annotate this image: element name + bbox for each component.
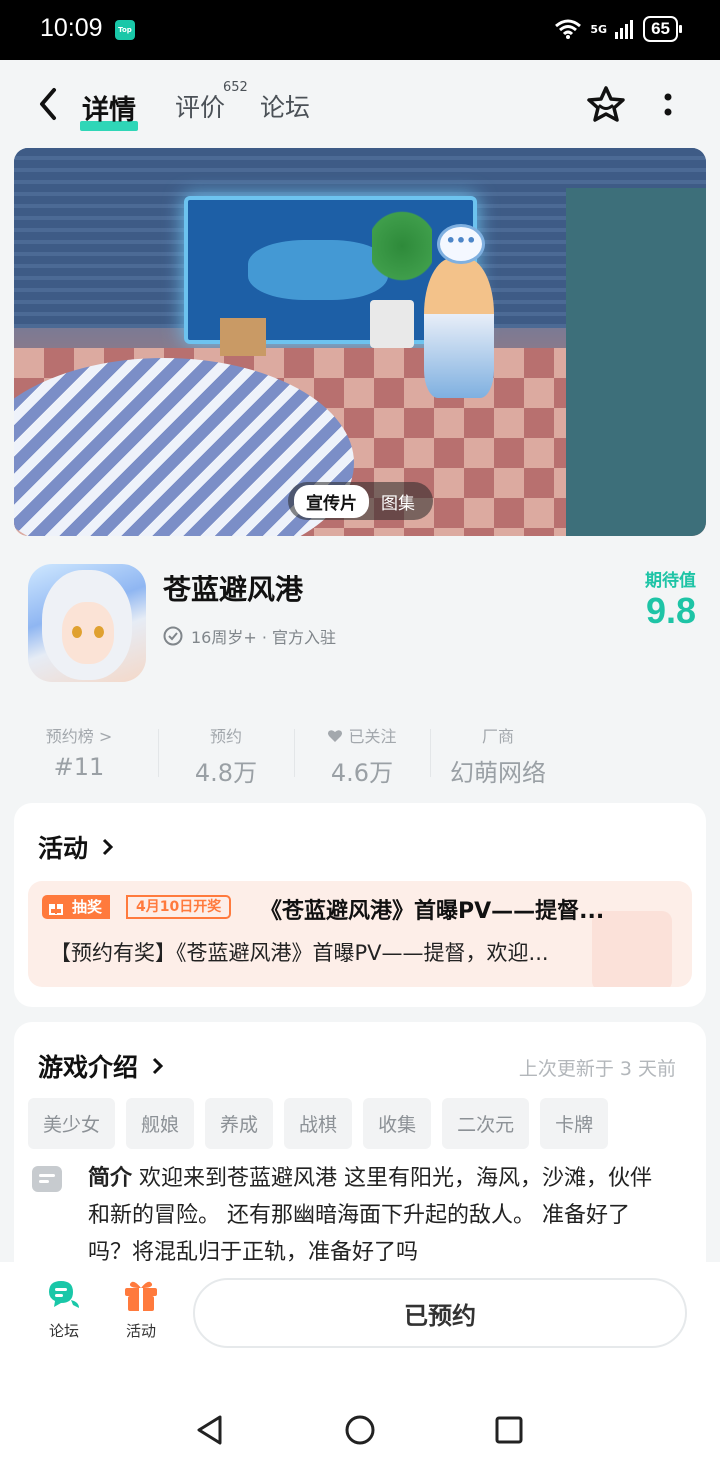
tag[interactable]: 养成 xyxy=(205,1098,274,1149)
game-icon xyxy=(28,564,146,682)
banner-scene-box xyxy=(220,318,266,356)
tab-forum[interactable]: 论坛 xyxy=(260,88,310,124)
back-icon[interactable] xyxy=(34,86,64,122)
game-meta-text: 16周岁+ · 官方入驻 xyxy=(191,628,337,647)
stats-row: 预约榜 > #11 预约 4.8万 已关注 4.6万 厂商 幻萌网络 xyxy=(0,703,720,801)
stat-label: 已关注 xyxy=(294,723,430,747)
status-icons: 5G 65 xyxy=(554,16,682,42)
segment-gallery[interactable]: 图集 xyxy=(369,485,427,518)
expect-score: 9.8 xyxy=(645,590,696,631)
segment-trailer[interactable]: 宣传片 xyxy=(294,484,369,518)
bottom-activity-button[interactable]: 活动 xyxy=(111,1278,171,1341)
banner-scene-plant xyxy=(372,206,432,306)
verified-check-icon xyxy=(163,626,183,646)
activity-description: 【预约有奖】《苍蓝避风港》首曝PV——提督，欢迎... xyxy=(50,941,549,965)
bottom-forum-button[interactable]: 论坛 xyxy=(34,1278,94,1341)
expect-label: 期待值 xyxy=(645,571,696,591)
speech-bubble-icon: ••• xyxy=(437,224,485,264)
stat-value: 4.6万 xyxy=(330,759,394,787)
draw-date-badge: 4月10日开奖 xyxy=(126,895,232,919)
banner-scene-sidewall xyxy=(566,188,706,536)
tag[interactable]: 战棋 xyxy=(284,1098,353,1149)
review-count: 652 xyxy=(223,80,248,95)
stat-value: 幻萌网络 xyxy=(450,759,546,787)
top-nav: 详情 评价 652 论坛 xyxy=(0,60,720,148)
banner-scene-pot xyxy=(370,300,414,348)
tab-review[interactable]: 评价 652 xyxy=(175,80,248,124)
tag[interactable]: 收集 xyxy=(363,1098,432,1149)
intro-card: 游戏介绍 上次更新于 3 天前 美少女 舰娘 养成 战棋 收集 二次元 卡牌 简… xyxy=(14,1022,706,1282)
system-nav-bar xyxy=(0,1369,720,1469)
tag[interactable]: 舰娘 xyxy=(126,1098,195,1149)
clock: 10:09 xyxy=(40,14,103,42)
tab-review-label: 评价 xyxy=(175,93,226,122)
media-segment-control: 宣传片 图集 xyxy=(288,482,433,520)
tab-detail-label: 详情 xyxy=(82,95,136,126)
status-bar: 10:09 Top 5G 65 xyxy=(0,0,720,60)
stat-label: 预约榜 > xyxy=(45,727,113,746)
media-banner[interactable]: ••• 宣传片 图集 xyxy=(14,148,706,536)
game-info: 苍蓝避风港 16周岁+ · 官方入驻 期待值 9.8 xyxy=(0,548,720,698)
tag-list: 美少女 舰娘 养成 战棋 收集 二次元 卡牌 xyxy=(28,1098,609,1149)
reserved-button[interactable]: 已预约 xyxy=(193,1278,687,1348)
last-updated: 上次更新于 3 天前 xyxy=(518,1058,676,1080)
stat-value: #11 xyxy=(53,753,105,781)
banner-character xyxy=(424,258,494,398)
stat-developer[interactable]: 厂商 幻萌网络 xyxy=(430,703,566,801)
heart-icon xyxy=(328,730,343,742)
activity-headline: 《苍蓝避风港》首曝PV——提督... xyxy=(260,899,605,924)
activity-item[interactable]: 抽奖 4月10日开奖 《苍蓝避风港》首曝PV——提督... 【预约有奖】《苍蓝避… xyxy=(28,881,692,987)
activity-section-title[interactable]: 活动 xyxy=(38,829,115,865)
stat-value: 4.8万 xyxy=(194,759,258,787)
tag[interactable]: 二次元 xyxy=(442,1098,530,1149)
signal-icon xyxy=(615,20,634,39)
more-icon[interactable] xyxy=(660,92,676,120)
intro-text[interactable]: 简介 欢迎来到苍蓝避风港 这里有阳光，海风，沙滩，伙伴和新的冒险。 还有那幽暗海… xyxy=(88,1160,668,1264)
nav-back-icon[interactable] xyxy=(195,1414,225,1446)
gift-icon xyxy=(49,904,63,915)
chevron-right-icon xyxy=(152,1057,163,1075)
bottom-action-bar: 论坛 活动 已预约 xyxy=(0,1262,720,1369)
battery-icon: 65 xyxy=(643,16,682,42)
game-meta: 16周岁+ · 官方入驻 xyxy=(163,624,336,648)
tag[interactable]: 卡牌 xyxy=(540,1098,609,1149)
star-icon[interactable] xyxy=(585,84,627,126)
tab-forum-label: 论坛 xyxy=(260,93,311,122)
nav-home-icon[interactable] xyxy=(344,1414,376,1446)
document-icon xyxy=(32,1166,62,1192)
game-title: 苍蓝避风港 xyxy=(163,573,304,606)
stat-reserve-count: 预约 4.8万 xyxy=(158,703,294,801)
nav-recent-icon[interactable] xyxy=(494,1415,524,1445)
intro-section-title[interactable]: 游戏介绍 xyxy=(38,1048,165,1084)
stat-followers: 已关注 4.6万 xyxy=(294,703,430,801)
intro-body: 欢迎来到苍蓝避风港 这里有阳光，海风，沙滩，伙伴和新的冒险。 还有那幽暗海面下升… xyxy=(88,1166,653,1264)
tab-detail[interactable]: 详情 xyxy=(80,88,138,131)
wifi-icon xyxy=(555,19,582,39)
stat-label: 预约 xyxy=(209,727,242,746)
app-notification-icon: Top xyxy=(115,20,135,40)
activity-card: 活动 抽奖 4月10日开奖 《苍蓝避风港》首曝PV——提督... 【预约有奖】《… xyxy=(14,803,706,1007)
network-type: 5G xyxy=(590,22,608,36)
tag[interactable]: 美少女 xyxy=(28,1098,116,1149)
lottery-badge: 抽奖 xyxy=(42,895,111,919)
forum-chat-icon xyxy=(49,1281,79,1308)
chevron-right-icon xyxy=(102,838,113,856)
gift-icon xyxy=(125,1281,157,1311)
stat-label: 厂商 xyxy=(481,727,514,746)
intro-label: 简介 xyxy=(88,1166,133,1191)
stat-reserve-rank[interactable]: 预约榜 > #11 xyxy=(0,703,158,801)
